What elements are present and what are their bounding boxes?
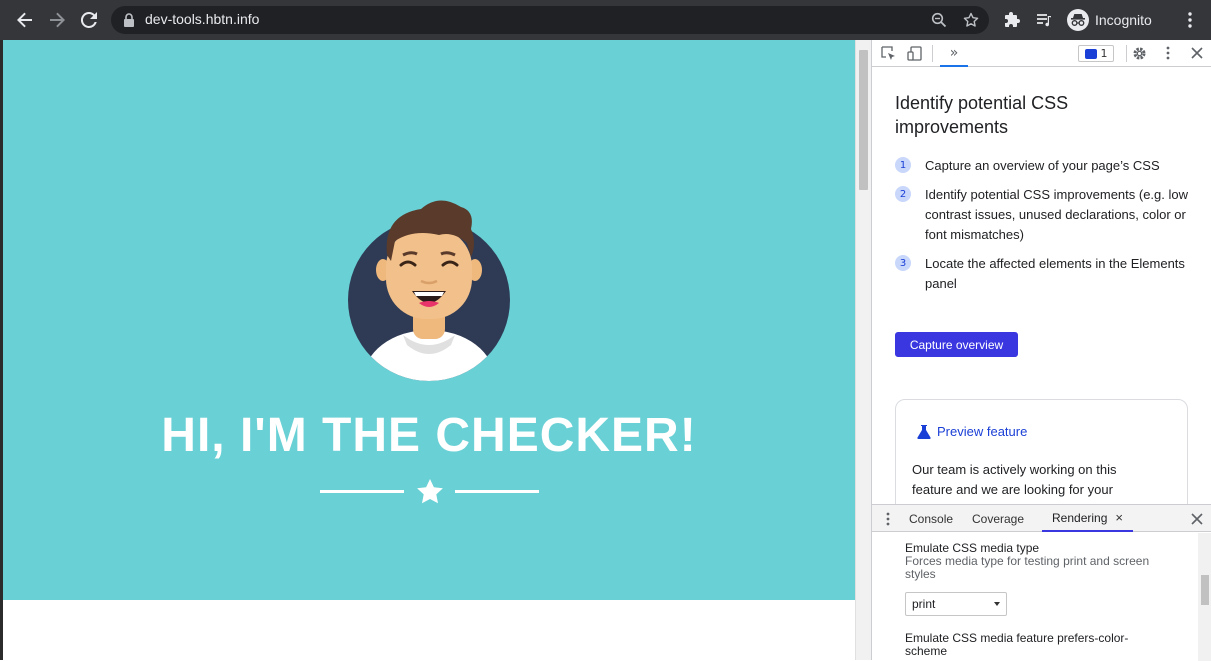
browser-menu-icon[interactable] xyxy=(1178,8,1202,32)
issues-badge[interactable]: 1 xyxy=(1078,45,1114,62)
devtools-panel: » 1 Identify potential CSS improvements … xyxy=(871,40,1211,661)
page-scrollbar[interactable] xyxy=(855,40,871,660)
css-overview-title: Identify potential CSS improvements xyxy=(895,93,1069,137)
chevron-down-icon xyxy=(994,602,1000,606)
browser-toolbar: dev-tools.hbtn.info Incognito xyxy=(0,0,1211,40)
star-icon xyxy=(416,478,444,509)
close-drawer-icon[interactable] xyxy=(1189,511,1205,527)
rendering-settings: Emulate CSS media type Forces media type… xyxy=(872,533,1198,661)
hero-title: HI, I'M THE CHECKER! xyxy=(161,409,697,462)
tab-rendering-label: Rendering xyxy=(1052,510,1108,525)
devtools-toolbar: » 1 xyxy=(872,40,1211,67)
devtools-drawer: Console Coverage Rendering × Emulate CSS… xyxy=(872,504,1211,661)
extensions-icon[interactable] xyxy=(1000,8,1024,32)
preview-feature-text: Our team is actively working on this fea… xyxy=(912,462,1117,497)
step-number: 1 xyxy=(895,157,911,173)
drawer-menu-icon[interactable] xyxy=(880,511,896,527)
device-toolbar-icon[interactable] xyxy=(906,45,922,61)
preview-feature-link[interactable]: Preview feature xyxy=(917,424,1027,439)
checker-avatar xyxy=(348,200,510,381)
drawer-scrollbar[interactable] xyxy=(1198,533,1211,661)
close-tab-icon[interactable]: × xyxy=(1115,510,1123,525)
hero-section: HI, I'M THE CHECKER! xyxy=(3,40,855,600)
back-icon[interactable] xyxy=(13,8,37,32)
capture-overview-button[interactable]: Capture overview xyxy=(895,332,1018,357)
issues-count: 1 xyxy=(1100,47,1108,60)
divider-left xyxy=(320,490,404,493)
incognito-label: Incognito xyxy=(1095,12,1152,28)
drawer-scrollbar-thumb[interactable] xyxy=(1201,575,1209,605)
css-overview-panel: Identify potential CSS improvements 1 Ca… xyxy=(872,68,1211,504)
settings-gear-icon[interactable] xyxy=(1131,45,1147,61)
flask-icon xyxy=(917,425,931,439)
incognito-icon xyxy=(1067,9,1089,31)
more-tabs-button[interactable]: » xyxy=(940,40,968,67)
step-number: 2 xyxy=(895,186,911,202)
preview-feature-label: Preview feature xyxy=(937,424,1028,439)
overview-step: 3 Locate the affected elements in the El… xyxy=(895,254,1195,294)
media-type-select[interactable]: print xyxy=(905,592,1007,616)
toolbar-separator xyxy=(932,45,933,62)
bookmark-star-icon[interactable] xyxy=(963,12,979,28)
devtools-menu-icon[interactable] xyxy=(1160,45,1176,61)
drawer-tabbar: Console Coverage Rendering × xyxy=(872,505,1211,532)
overview-step: 2 Identify potential CSS improvements (e… xyxy=(895,185,1195,245)
page-scrollbar-thumb[interactable] xyxy=(859,50,868,190)
address-bar[interactable]: dev-tools.hbtn.info xyxy=(111,6,989,34)
step-number: 3 xyxy=(895,255,911,271)
divider-right xyxy=(455,490,539,493)
setting-title: Emulate CSS media feature prefers-color-… xyxy=(905,631,1129,658)
tab-console[interactable]: Console xyxy=(909,505,953,532)
step-text: Identify potential CSS improvements (e.g… xyxy=(925,187,1189,242)
incognito-chip[interactable]: Incognito xyxy=(1063,7,1160,33)
close-devtools-icon[interactable] xyxy=(1189,45,1205,61)
media-controls-icon[interactable] xyxy=(1032,8,1056,32)
overview-step: 1 Capture an overview of your page’s CSS xyxy=(895,156,1195,176)
zoom-icon[interactable] xyxy=(931,12,947,28)
step-text: Capture an overview of your page’s CSS xyxy=(925,158,1160,173)
page-viewport: HI, I'M THE CHECKER! xyxy=(0,40,855,660)
setting-description: Forces media type for testing print and … xyxy=(905,554,1150,581)
url-text: dev-tools.hbtn.info xyxy=(145,11,260,27)
inspect-element-icon[interactable] xyxy=(880,45,896,61)
tab-rendering[interactable]: Rendering × xyxy=(1042,505,1133,532)
forward-icon[interactable] xyxy=(45,8,69,32)
preview-feature-card: Preview feature Our team is actively wor… xyxy=(895,399,1188,504)
toolbar-separator xyxy=(1126,45,1127,62)
tab-coverage[interactable]: Coverage xyxy=(972,505,1024,532)
media-type-value: print xyxy=(912,597,936,611)
reload-icon[interactable] xyxy=(77,8,101,32)
message-icon xyxy=(1084,48,1097,59)
lock-icon[interactable] xyxy=(121,12,137,28)
step-text: Locate the affected elements in the Elem… xyxy=(925,256,1185,291)
